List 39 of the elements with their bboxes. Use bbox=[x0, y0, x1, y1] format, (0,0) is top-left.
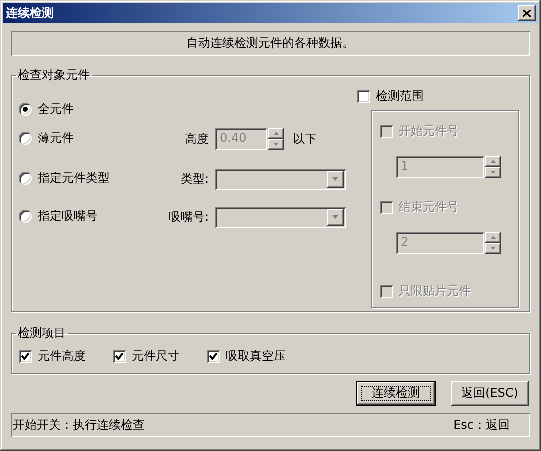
status-text: Esc：返回 bbox=[454, 416, 510, 434]
up-arrow-icon bbox=[274, 132, 278, 135]
up-arrow-icon bbox=[490, 160, 496, 162]
radio-button[interactable]: 指定元件类型 bbox=[19, 170, 110, 186]
checkbox[interactable]: 元件高度 bbox=[19, 348, 86, 364]
spin-down-button[interactable] bbox=[485, 166, 501, 178]
spin-down-button[interactable] bbox=[485, 242, 501, 254]
group-title: 检测项目 bbox=[17, 325, 67, 342]
spin-up-button[interactable] bbox=[485, 156, 501, 166]
group-title: 检查对象元件 bbox=[17, 67, 91, 84]
radio-button[interactable]: 全元件 bbox=[19, 101, 74, 118]
spin-up-button[interactable] bbox=[485, 232, 501, 242]
checkmark-icon bbox=[115, 352, 124, 360]
down-arrow-icon bbox=[490, 170, 496, 174]
close-button[interactable] bbox=[518, 5, 536, 21]
field-label: 吸嘴号: bbox=[168, 208, 210, 226]
dialog-button[interactable]: 返回(ESC) bbox=[451, 381, 529, 406]
description-banner: 自动连续检测元件的各种数据。 bbox=[11, 31, 530, 56]
radio-button[interactable]: 薄元件 bbox=[19, 130, 74, 146]
down-arrow-icon bbox=[332, 215, 339, 219]
window-title: 连续检测 bbox=[6, 4, 54, 22]
dialog-button[interactable]: 连续检测 bbox=[356, 381, 436, 406]
field-label: 类型: bbox=[180, 170, 210, 188]
checkbox[interactable]: 元件尺寸 bbox=[113, 348, 180, 364]
checkbox[interactable]: 吸取真空压 bbox=[207, 348, 286, 364]
checkmark-icon bbox=[209, 352, 218, 360]
spin-down-button[interactable] bbox=[268, 139, 284, 150]
spin-up-button[interactable] bbox=[268, 128, 284, 139]
checkbox[interactable]: 检测范围 bbox=[357, 88, 424, 104]
down-arrow-icon bbox=[490, 246, 496, 250]
radio-button[interactable]: 指定吸嘴号 bbox=[19, 208, 98, 224]
field-label: 高度 bbox=[184, 130, 210, 148]
down-arrow-icon bbox=[274, 143, 278, 146]
up-arrow-icon bbox=[490, 236, 496, 238]
unit-label: 以下 bbox=[293, 130, 317, 148]
close-icon bbox=[523, 10, 531, 16]
down-arrow-icon bbox=[332, 177, 339, 181]
status-text: 开始开关：执行连续检查 bbox=[13, 416, 145, 434]
checkmark-icon bbox=[21, 352, 30, 360]
